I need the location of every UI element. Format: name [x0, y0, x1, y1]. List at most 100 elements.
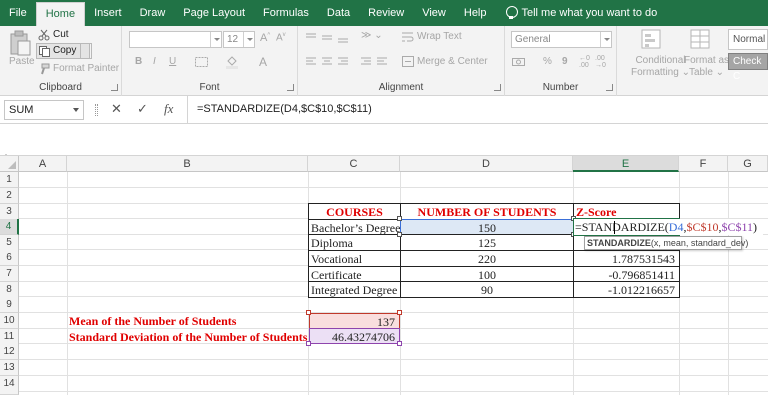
header-courses[interactable]: COURSES [308, 203, 401, 220]
font-size-combo[interactable]: 12 [223, 31, 255, 48]
font-launcher-icon[interactable] [287, 84, 294, 91]
row-header-2[interactable]: 2 [0, 188, 19, 204]
course-cell[interactable]: Bachelor’s Degree [308, 219, 401, 235]
horizontal-align-icons[interactable] [306, 57, 356, 67]
std-dev-value-c11[interactable]: 46.43274706 [309, 328, 400, 344]
enter-icon[interactable]: ✓ [137, 101, 148, 117]
format-painter-button[interactable]: Format Painter [53, 63, 119, 74]
active-cell-editor[interactable]: =STANDARDIZE(D4,$C$10,$C$11) [573, 219, 763, 235]
student-count-cell[interactable]: 100 [400, 266, 574, 282]
student-count-cell[interactable]: 220 [400, 250, 574, 267]
zscore-cell[interactable]: -0.796851411 [573, 266, 680, 282]
row-header-7[interactable]: 7 [0, 266, 19, 282]
orientation-icon[interactable]: ≫ ⌄ [361, 30, 383, 41]
column-header-d[interactable]: D [400, 156, 573, 172]
comma-button[interactable]: 9 [562, 56, 568, 67]
function-tooltip[interactable]: STANDARDIZE(x, mean, standard_dev) [584, 236, 748, 250]
zscore-cell[interactable]: -1.012216657 [573, 281, 680, 298]
tab-view[interactable]: View [413, 0, 455, 26]
fill-color-icon[interactable] [225, 55, 239, 69]
copy-dropdown[interactable] [80, 43, 92, 59]
indent-icons[interactable] [361, 57, 393, 67]
tab-formulas[interactable]: Formulas [254, 0, 318, 26]
column-header-f[interactable]: F [679, 156, 728, 172]
cut-button[interactable]: Cut [53, 29, 69, 40]
wrap-text-button[interactable]: Wrap Text [417, 31, 462, 42]
formula-input[interactable]: =STANDARDIZE(D4,$C$10,$C$11) [197, 103, 372, 115]
range-handle[interactable] [397, 216, 402, 221]
range-handle[interactable] [397, 341, 402, 346]
range-handle[interactable] [306, 310, 311, 315]
header-number-of-students[interactable]: NUMBER OF STUDENTS [400, 203, 574, 220]
borders-icon[interactable] [195, 57, 209, 68]
row-header-11[interactable]: 11 [0, 329, 19, 345]
conditional-formatting-button[interactable]: Conditional Formatting ⌄ [631, 55, 690, 79]
select-all-button[interactable] [0, 156, 19, 172]
style-normal[interactable]: Normal [728, 29, 768, 50]
number-format-combo[interactable]: General [511, 31, 612, 48]
tab-insert[interactable]: Insert [85, 0, 131, 26]
tab-file[interactable]: File [0, 0, 36, 26]
decrease-font-icon[interactable]: Av [276, 32, 286, 43]
row-header-8[interactable]: 8 [0, 282, 19, 298]
cancel-icon[interactable]: ✕ [111, 101, 122, 117]
row-header-3[interactable]: 3 [0, 204, 19, 220]
tab-draw[interactable]: Draw [131, 0, 175, 26]
bold-button[interactable]: B [135, 56, 142, 67]
currency-icon[interactable] [512, 56, 526, 68]
paste-button[interactable]: Paste [9, 56, 35, 67]
course-cell[interactable]: Certificate [308, 266, 401, 282]
row-header-12[interactable]: 12 [0, 344, 19, 360]
column-header-e[interactable]: E [573, 156, 679, 172]
style-check-cell[interactable]: Check C [728, 53, 768, 82]
row-header-5[interactable]: 5 [0, 235, 19, 251]
range-handle[interactable] [306, 341, 311, 346]
row-header-10[interactable]: 10 [0, 313, 19, 329]
student-count-cell[interactable]: 90 [400, 281, 574, 298]
chevron-down-icon[interactable] [73, 108, 79, 112]
tab-review[interactable]: Review [359, 0, 413, 26]
header-z-score[interactable]: Z-Score [573, 203, 680, 220]
font-name-combo[interactable] [129, 31, 222, 48]
zscore-cell[interactable]: 1.787531543 [573, 250, 680, 267]
column-header-g[interactable]: G [728, 156, 768, 172]
vertical-align-icons[interactable] [306, 32, 356, 44]
std-dev-label[interactable]: Standard Deviation of the Number of Stud… [69, 329, 309, 345]
column-header-a[interactable]: A [19, 156, 67, 172]
formula-bar-splitter[interactable] [95, 104, 98, 116]
range-handle[interactable] [397, 232, 402, 237]
font-color-icon[interactable]: A [259, 55, 267, 69]
column-header-c[interactable]: C [308, 156, 400, 172]
course-cell[interactable]: Integrated Degree [308, 281, 401, 298]
course-cell[interactable]: Vocational [308, 250, 401, 267]
alignment-launcher-icon[interactable] [494, 84, 501, 91]
insert-function-icon[interactable]: fx [164, 101, 173, 117]
row-header-6[interactable]: 6 [0, 250, 19, 266]
name-box[interactable]: SUM [4, 100, 84, 120]
merge-center-button[interactable]: Merge & Center [417, 56, 488, 67]
student-count-cell[interactable]: 125 [400, 234, 574, 251]
mean-label[interactable]: Mean of the Number of Students [69, 313, 309, 329]
range-handle[interactable] [397, 310, 402, 315]
tab-data[interactable]: Data [318, 0, 359, 26]
underline-button[interactable]: U [169, 56, 176, 67]
row-header-13[interactable]: 13 [0, 360, 19, 376]
row-header-4[interactable]: 4 [0, 219, 19, 235]
tab-page-layout[interactable]: Page Layout [174, 0, 254, 26]
row-header-1[interactable]: 1 [0, 172, 19, 188]
row-header-14[interactable]: 14 [0, 376, 19, 395]
percent-button[interactable]: % [543, 56, 552, 67]
decrease-decimal-icon[interactable]: .00 →0 [595, 55, 606, 69]
tab-help[interactable]: Help [455, 0, 496, 26]
format-as-table-button[interactable]: Format as Table ⌄ [684, 55, 729, 79]
row-header-9[interactable]: 9 [0, 297, 19, 313]
column-header-b[interactable]: B [67, 156, 308, 172]
increase-font-icon[interactable]: A^ [260, 32, 270, 44]
italic-button[interactable]: I [153, 56, 156, 67]
tab-home[interactable]: Home [35, 2, 86, 26]
number-launcher-icon[interactable] [606, 84, 613, 91]
increase-decimal-icon[interactable]: ←0.00 [579, 55, 590, 69]
student-count-d4-highlighted[interactable]: 150 [400, 219, 574, 235]
course-cell[interactable]: Diploma [308, 234, 401, 251]
clipboard-launcher-icon[interactable] [111, 84, 118, 91]
